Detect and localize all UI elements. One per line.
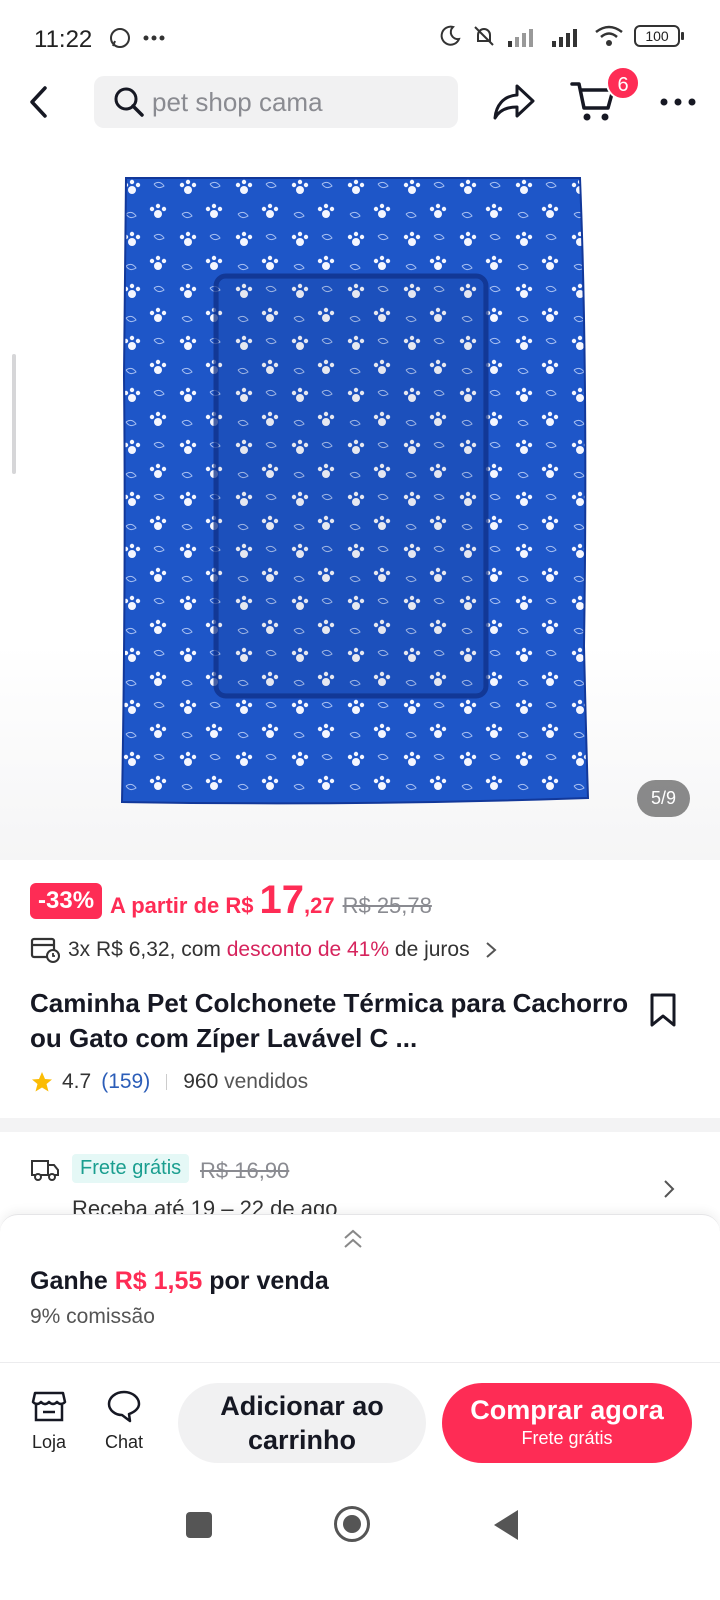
- share-button[interactable]: [490, 78, 538, 126]
- header: pet shop cama 6: [0, 66, 720, 132]
- rating-value: 4.7: [62, 1070, 92, 1093]
- buy-now-sublabel: Frete grátis: [521, 1428, 613, 1448]
- back-arrow-icon: [30, 86, 47, 118]
- installment-text: 3x R$ 6,32, com: [68, 938, 221, 961]
- status-bar: 11:22 100: [0, 0, 720, 80]
- star-icon: [32, 1072, 52, 1092]
- commission-amount: R$ 1,55: [114, 1267, 203, 1295]
- commission-prefix: Ganhe: [30, 1267, 108, 1295]
- price-prefix: A partir de R$: [110, 893, 254, 918]
- bookmark-button[interactable]: [648, 992, 684, 1032]
- system-back-button[interactable]: [494, 1510, 518, 1540]
- price-integer: 17: [259, 878, 304, 922]
- price-row: -33% A partir de R$ 17 ,27 R$ 25,78: [30, 878, 432, 923]
- installment-row[interactable]: 3x R$ 6,32, com desconto de 41% de juros: [30, 936, 690, 964]
- shop-label: Loja: [31, 1432, 67, 1452]
- do-not-disturb-icon: [440, 25, 461, 46]
- installment-calendar-icon: [30, 937, 60, 963]
- system-navigation-bar: [0, 1482, 720, 1600]
- bookmark-icon: [650, 993, 676, 1027]
- search-placeholder: pet shop cama: [152, 86, 323, 117]
- chat-label: Chat: [104, 1432, 144, 1452]
- recent-apps-button[interactable]: [186, 1512, 212, 1538]
- add-to-cart-button[interactable]: Adicionar ao carrinho: [178, 1383, 426, 1463]
- search-input[interactable]: pet shop cama: [94, 76, 458, 128]
- bottom-action-bar: Loja Chat Adicionar ao carrinho Comprar …: [0, 1362, 720, 1482]
- expand-chevron-icon[interactable]: [342, 1227, 364, 1251]
- section-divider: [0, 1118, 720, 1132]
- back-button[interactable]: [18, 80, 58, 124]
- chevron-right-icon: [485, 942, 497, 958]
- chevron-right-icon: [664, 1180, 675, 1198]
- discount-badge: -33%: [30, 882, 103, 919]
- buy-now-label: Comprar agora: [470, 1395, 664, 1425]
- add-to-cart-line1: Adicionar ao: [220, 1391, 384, 1421]
- more-notifications-icon: [143, 35, 165, 41]
- cart-button[interactable]: 6: [570, 66, 640, 128]
- buy-now-button[interactable]: Comprar agora Frete grátis: [442, 1383, 692, 1463]
- price-decimal: ,27: [303, 893, 335, 918]
- original-price: R$ 25,78: [342, 893, 432, 918]
- more-dots-icon: [660, 98, 696, 106]
- shipping-old-price: R$ 16,90: [200, 1158, 290, 1183]
- installment-suffix: de juros: [394, 938, 470, 961]
- product-gallery[interactable]: 5/9: [0, 140, 720, 860]
- review-count[interactable]: (159): [101, 1070, 150, 1094]
- search-icon: [114, 87, 144, 117]
- separator: [166, 1074, 168, 1090]
- rating-row[interactable]: 4.7 (159) 960 vendidos: [30, 1070, 308, 1094]
- share-arrow-icon: [493, 84, 535, 120]
- add-to-cart-line2: carrinho: [247, 1425, 357, 1455]
- commission-suffix: por venda: [209, 1267, 329, 1295]
- shop-button[interactable]: Loja: [24, 1389, 74, 1453]
- sold-label: vendidos: [224, 1070, 309, 1093]
- chat-bubble-icon: [107, 1390, 141, 1423]
- store-icon: [31, 1391, 67, 1422]
- battery-indicator: 100: [634, 25, 684, 47]
- muted-bell-icon: [474, 26, 494, 46]
- shipping-row[interactable]: Frete grátis R$ 16,90 Receba até 19 – 22…: [30, 1154, 690, 1221]
- installment-discount: desconto de 41%: [226, 938, 390, 961]
- commission-rate: 9% comissão: [30, 1305, 155, 1328]
- commission-panel[interactable]: Ganhe R$ 1,55 por venda 9% comissão: [0, 1214, 720, 1362]
- gallery-page-indicator: 5/9: [636, 780, 690, 817]
- chat-button[interactable]: Chat: [96, 1389, 152, 1453]
- signal-icon-2: [552, 29, 577, 47]
- status-time: 11:22: [34, 26, 93, 53]
- delivery-truck-icon: [31, 1160, 59, 1181]
- whatsapp-icon: [110, 28, 130, 48]
- gallery-scroll-hint: [12, 354, 16, 474]
- sold-count: 960: [183, 1070, 219, 1093]
- free-shipping-badge: Frete grátis: [72, 1154, 190, 1183]
- product-image-pet-bed: [120, 177, 590, 805]
- product-title: Caminha Pet Colchonete Térmica para Cach…: [30, 988, 629, 1053]
- signal-icon: [508, 29, 533, 47]
- home-button[interactable]: [334, 1506, 370, 1542]
- commission-title: Ganhe R$ 1,55 por venda: [30, 1267, 329, 1296]
- cart-count-badge: 6: [606, 66, 640, 100]
- more-options-button[interactable]: [656, 80, 700, 124]
- wifi-icon: [595, 25, 623, 46]
